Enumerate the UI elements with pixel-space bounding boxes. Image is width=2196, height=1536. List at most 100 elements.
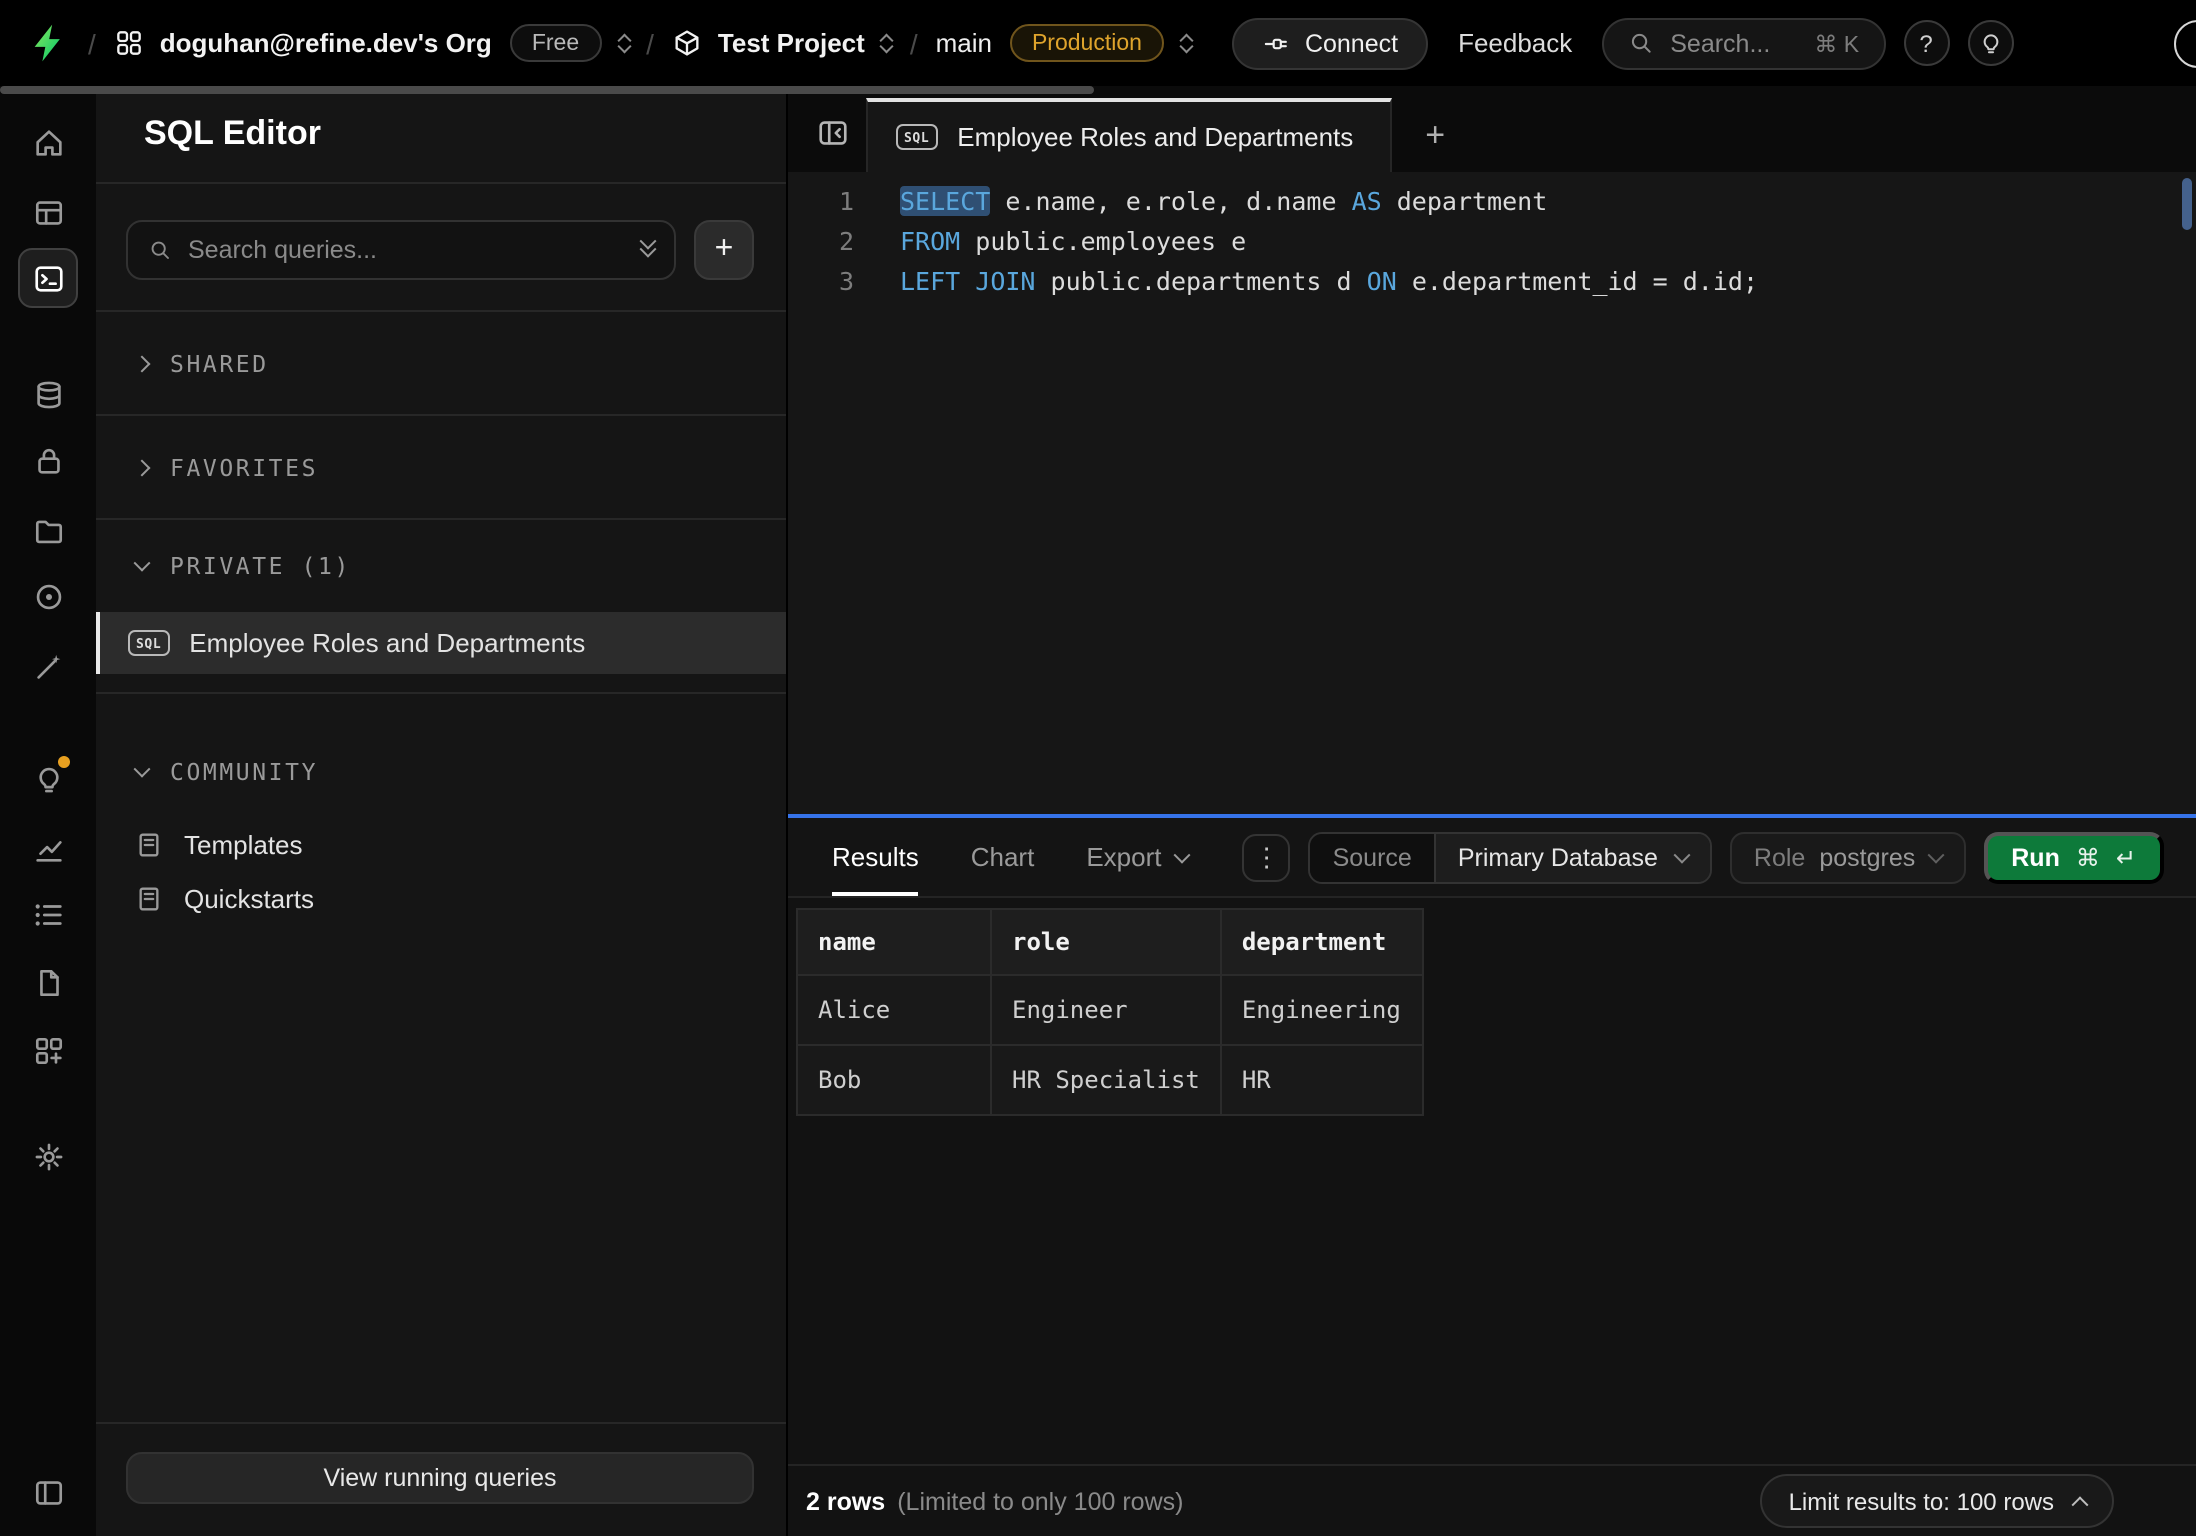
rail-monitoring-icon[interactable] xyxy=(20,820,76,876)
view-running-queries-button[interactable]: View running queries xyxy=(126,1452,754,1504)
rail-tables-icon[interactable] xyxy=(20,184,76,240)
breadcrumb-slash: / xyxy=(910,27,918,59)
plus-icon: + xyxy=(715,232,734,268)
code-token: SELECT xyxy=(900,186,990,216)
project-selector-chevrons-icon[interactable] xyxy=(883,33,892,53)
branch-selector-chevrons-icon[interactable] xyxy=(1182,33,1191,53)
rail-sql-editor-icon[interactable] xyxy=(18,248,78,308)
collapse-sidebar-icon[interactable] xyxy=(810,110,854,154)
sidebar-footer: View running queries xyxy=(96,1422,786,1536)
column-header[interactable]: role xyxy=(991,909,1221,975)
limit-results-dropdown[interactable]: Limit results to: 100 rows xyxy=(1761,1474,2114,1528)
rail-backups-icon[interactable] xyxy=(20,502,76,558)
rail-roles-icon[interactable] xyxy=(20,432,76,488)
rail-docs-icon[interactable] xyxy=(20,954,76,1010)
package-icon xyxy=(672,28,702,58)
table-cell[interactable]: Alice xyxy=(797,975,991,1045)
org-switcher[interactable]: doguhan@refine.dev's Org xyxy=(114,28,492,58)
sql-file-icon: SQL xyxy=(128,630,169,656)
chevron-down-icon xyxy=(1673,846,1690,863)
run-button[interactable]: Run ⌘ ↵ xyxy=(1983,831,2164,883)
new-tab-button[interactable]: + xyxy=(1425,98,1445,172)
plug-icon xyxy=(1263,29,1291,57)
export-label: Export xyxy=(1086,842,1161,872)
results-statusbar: 2 rows (Limited to only 100 rows) Limit … xyxy=(788,1464,2196,1536)
table-cell[interactable]: HR xyxy=(1221,1045,1423,1115)
new-query-button[interactable]: + xyxy=(694,220,754,280)
role-label: Role xyxy=(1754,843,1805,871)
table-cell[interactable]: Bob xyxy=(797,1045,991,1115)
enter-key-icon: ↵ xyxy=(2116,843,2136,871)
connect-button[interactable]: Connect xyxy=(1233,17,1428,69)
query-search-input[interactable]: Search queries... xyxy=(126,220,676,280)
breadcrumb-slash: / xyxy=(646,27,654,59)
results-body: nameroledepartmentAliceEngineerEngineeri… xyxy=(788,898,2196,1464)
row-count: 2 rows xyxy=(806,1487,885,1515)
line-number: 1 xyxy=(788,182,868,222)
feedback-link[interactable]: Feedback xyxy=(1458,28,1572,58)
environment-badge: Production xyxy=(1010,24,1164,62)
rail-operations-icon[interactable] xyxy=(20,886,76,942)
rail-database-icon[interactable] xyxy=(20,366,76,422)
code-token: AS xyxy=(1352,186,1382,216)
section-community[interactable]: COMMUNITY xyxy=(96,726,786,818)
search-icon xyxy=(1628,30,1654,56)
section-shared[interactable]: SHARED xyxy=(96,312,786,416)
avatar[interactable] xyxy=(2174,20,2196,68)
logo-bolt-icon[interactable] xyxy=(28,22,70,64)
more-options-button[interactable]: ⋮ xyxy=(1243,833,1291,881)
code-token: e.department_id = d.id; xyxy=(1397,266,1758,296)
rail-collapse-icon[interactable] xyxy=(20,1464,76,1520)
toolbar-right: ⋮ Source Primary Database Role postgres xyxy=(1243,831,2164,883)
table-cell[interactable]: Engineering xyxy=(1221,975,1423,1045)
community-item-templates[interactable]: Templates xyxy=(96,818,786,872)
project-switcher[interactable]: Test Project xyxy=(672,28,865,58)
main-panel: SQL Employee Roles and Departments + 1SE… xyxy=(788,86,2196,1536)
query-item-label: Employee Roles and Departments xyxy=(189,628,585,658)
column-header[interactable]: name xyxy=(797,909,991,975)
help-button[interactable]: ? xyxy=(1903,20,1949,66)
section-private-label: PRIVATE (1) xyxy=(170,552,351,580)
org-selector-chevrons-icon[interactable] xyxy=(619,33,628,53)
editor-tab-active[interactable]: SQL Employee Roles and Departments xyxy=(866,98,1391,172)
rail-home-icon[interactable] xyxy=(20,114,76,170)
help-glyph: ? xyxy=(1919,29,1932,57)
sql-code-editor[interactable]: 1SELECT e.name, e.role, d.name AS depart… xyxy=(788,172,2196,814)
rail-extensions-icon[interactable] xyxy=(20,1022,76,1078)
code-token: ON xyxy=(1367,266,1397,296)
code-text: FROM public.employees e xyxy=(868,222,1246,262)
editor-vertical-scrollbar[interactable] xyxy=(2182,178,2192,230)
database-dropdown[interactable]: Primary Database xyxy=(1436,833,1710,881)
tab-export[interactable]: Export xyxy=(1086,818,1187,896)
table-row[interactable]: AliceEngineerEngineering xyxy=(797,975,1423,1045)
role-dropdown[interactable]: Role postgres xyxy=(1730,831,1965,883)
global-search-input[interactable]: Search... ⌘ K xyxy=(1602,17,1885,69)
column-header[interactable]: department xyxy=(1221,909,1423,975)
query-list-item[interactable]: SQL Employee Roles and Departments xyxy=(96,612,786,674)
section-favorites[interactable]: FAVORITES xyxy=(96,416,786,520)
table-cell[interactable]: HR Specialist xyxy=(991,1045,1221,1115)
section-favorites-label: FAVORITES xyxy=(170,453,318,481)
document-icon xyxy=(134,884,164,914)
community-item-quickstarts[interactable]: Quickstarts xyxy=(96,872,786,926)
line-number: 3 xyxy=(788,262,868,302)
table-cell[interactable]: Engineer xyxy=(991,975,1221,1045)
rail-settings-icon[interactable] xyxy=(20,1128,76,1184)
table-row[interactable]: BobHR SpecialistHR xyxy=(797,1045,1423,1115)
code-text: LEFT JOIN public.departments d ON e.depa… xyxy=(868,262,1758,302)
rail-ideas-icon[interactable] xyxy=(20,750,76,806)
code-text: SELECT e.name, e.role, d.name AS departm… xyxy=(868,182,1547,222)
whats-new-button[interactable] xyxy=(1967,20,2013,66)
tab-chart[interactable]: Chart xyxy=(971,818,1035,896)
code-line[interactable]: 3LEFT JOIN public.departments d ON e.dep… xyxy=(788,262,2196,302)
horizontal-scrollbar[interactable] xyxy=(0,86,1094,93)
section-private[interactable]: PRIVATE (1) xyxy=(96,520,786,612)
tab-results[interactable]: Results xyxy=(832,818,919,896)
expand-all-icon[interactable] xyxy=(642,242,654,258)
rail-workflows-icon[interactable] xyxy=(20,638,76,694)
code-line[interactable]: 1SELECT e.name, e.role, d.name AS depart… xyxy=(788,182,2196,222)
chevron-down-icon xyxy=(134,555,151,572)
code-line[interactable]: 2FROM public.employees e xyxy=(788,222,2196,262)
rail-integrations-icon[interactable] xyxy=(20,568,76,624)
branch-name[interactable]: main xyxy=(936,28,992,58)
